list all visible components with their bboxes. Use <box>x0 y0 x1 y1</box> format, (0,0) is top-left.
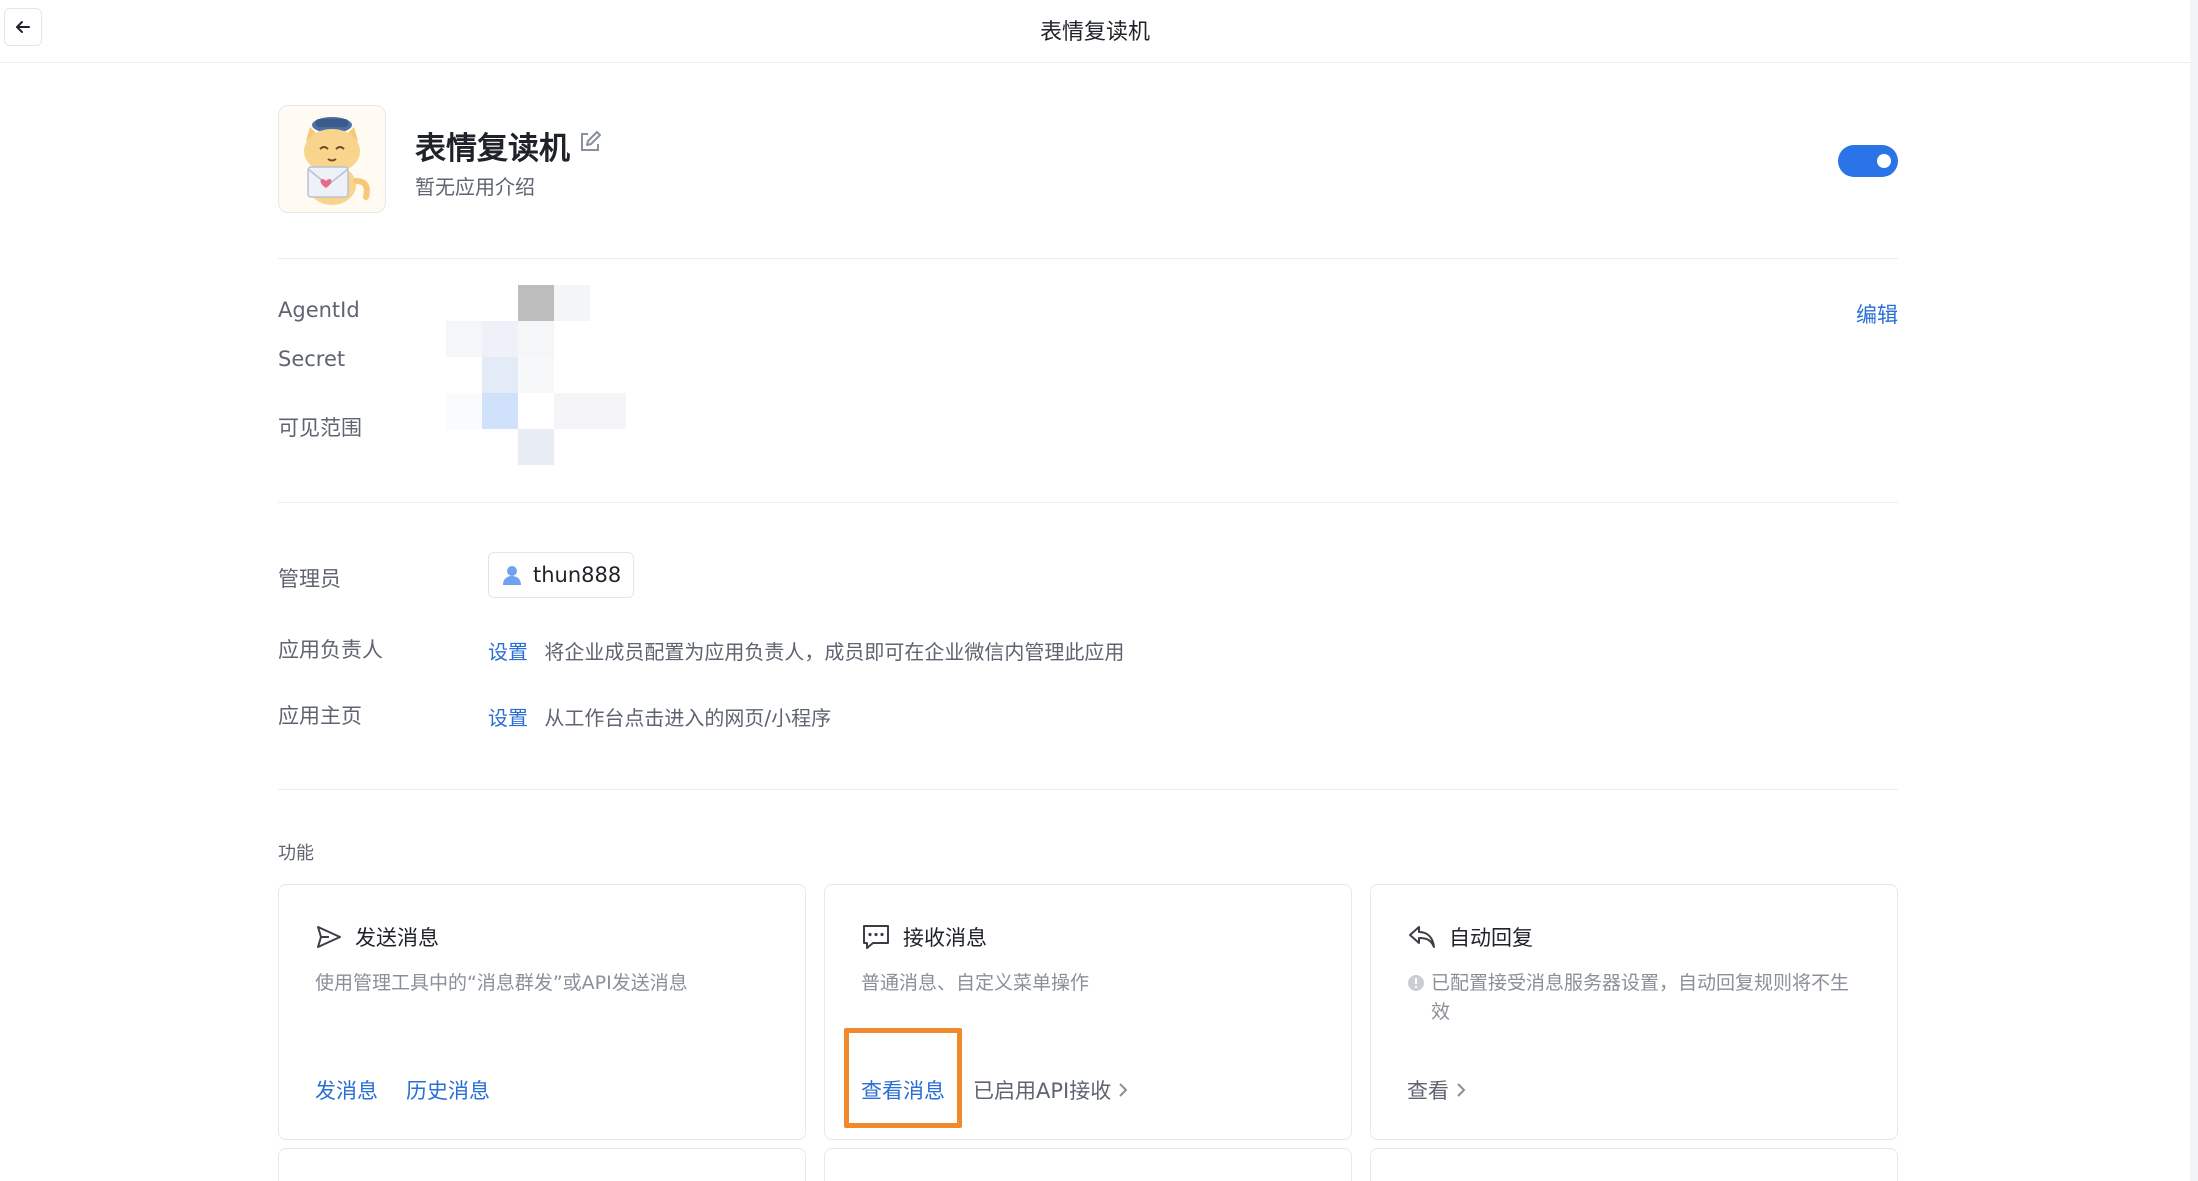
admin-user-chip[interactable]: thun888 <box>488 552 635 598</box>
window-title: 表情复读机 <box>1039 20 1150 45</box>
owner-hint: 将企业成员配置为应用负责人，成员即可在企业微信内管理此应用 <box>544 640 1125 664</box>
auto-reply-view-label: 查看 <box>1407 1079 1449 1103</box>
api-receive-link[interactable]: 已启用API接收 <box>973 1075 1129 1105</box>
send-message-title: 发送消息 <box>355 926 439 950</box>
api-receive-label: 已启用API接收 <box>973 1079 1112 1103</box>
reply-icon <box>1409 926 1435 948</box>
owner-label: 应用负责人 <box>278 638 383 662</box>
auto-reply-title: 自动回复 <box>1449 926 1533 950</box>
receive-message-title: 接收消息 <box>903 926 987 950</box>
auto-reply-title-row: 自动回复 <box>1407 922 1533 952</box>
info-icon <box>1408 975 1424 991</box>
home-label: 应用主页 <box>278 704 362 728</box>
history-message-link[interactable]: 历史消息 <box>406 1075 490 1105</box>
redacted-mosaic <box>446 285 686 485</box>
app-enable-toggle[interactable] <box>1838 145 1898 177</box>
cat-mascot-icon <box>304 117 370 205</box>
toggle-knob <box>1877 154 1891 168</box>
app-logo <box>278 105 386 213</box>
app-detail: 表情复读机 暂无应用介绍 AgentId Secret 可见范围 编辑 管理员 … <box>278 63 1898 1140</box>
receive-message-title-row: 接收消息 <box>861 922 987 952</box>
auto-reply-actions: 查看 <box>1407 1075 1467 1105</box>
send-message-card: 发送消息 使用管理工具中的“消息群发”或API发送消息 发消息 历史消息 <box>278 884 806 1140</box>
auto-reply-desc: 已配置接受消息服务器设置，自动回复规则将不生效 <box>1431 972 1850 1023</box>
feature-card-partial <box>278 1148 806 1181</box>
edit-icon[interactable] <box>577 129 603 155</box>
receive-message-desc: 普通消息、自定义菜单操作 <box>861 972 1090 994</box>
home-hint: 从工作台点击进入的网页/小程序 <box>544 706 832 730</box>
owner-set-link[interactable]: 设置 <box>488 640 528 664</box>
user-icon <box>503 566 521 585</box>
app-header: 表情复读机 暂无应用介绍 <box>278 63 1898 259</box>
send-message-title-row: 发送消息 <box>315 922 439 952</box>
feature-card-partial <box>1370 1148 1898 1181</box>
scrollbar[interactable] <box>2190 0 2198 1181</box>
scope-label: 可见范围 <box>278 416 362 440</box>
send-message-actions: 发消息 历史消息 <box>315 1075 490 1105</box>
agentid-label: AgentId <box>278 298 360 322</box>
admin-username: thun888 <box>533 563 622 587</box>
chat-icon <box>863 925 889 949</box>
admin-label: 管理员 <box>278 567 341 591</box>
chevron-right-icon <box>1457 1083 1466 1097</box>
send-icon <box>317 926 341 948</box>
top-bar: 表情复读机 <box>0 0 2190 63</box>
credentials-section: AgentId Secret 可见范围 编辑 <box>278 259 1898 503</box>
receive-message-card: 接收消息 普通消息、自定义菜单操作 查看消息 已启用API接收 <box>824 884 1352 1140</box>
edit-credentials-link[interactable]: 编辑 <box>1856 299 1898 329</box>
view-message-link[interactable]: 查看消息 <box>861 1075 945 1105</box>
app-name: 表情复读机 <box>415 131 570 167</box>
secret-label: Secret <box>278 347 346 371</box>
send-message-desc: 使用管理工具中的“消息群发”或API发送消息 <box>315 972 688 994</box>
home-set-link[interactable]: 设置 <box>488 706 528 730</box>
receive-message-actions: 查看消息 已启用API接收 <box>861 1075 1129 1105</box>
home-row: 设置 从工作台点击进入的网页/小程序 <box>488 702 831 731</box>
feature-card-partial <box>824 1148 1352 1181</box>
app-description: 暂无应用介绍 <box>415 175 535 199</box>
auto-reply-card: 自动回复 已配置接受消息服务器设置，自动回复规则将不生效 查看 <box>1370 884 1898 1140</box>
admin-section: 管理员 thun888 应用负责人 设置 将企业成员配置为应用负责人，成员即可在… <box>278 503 1898 790</box>
features-title: 功能 <box>278 843 314 864</box>
owner-row: 设置 将企业成员配置为应用负责人，成员即可在企业微信内管理此应用 <box>488 636 1124 665</box>
chevron-right-icon <box>1119 1083 1128 1097</box>
auto-reply-desc-row: 已配置接受消息服务器设置，自动回复规则将不生效 <box>1407 969 1861 1026</box>
auto-reply-view-link[interactable]: 查看 <box>1407 1075 1467 1105</box>
send-message-link[interactable]: 发消息 <box>315 1075 378 1105</box>
